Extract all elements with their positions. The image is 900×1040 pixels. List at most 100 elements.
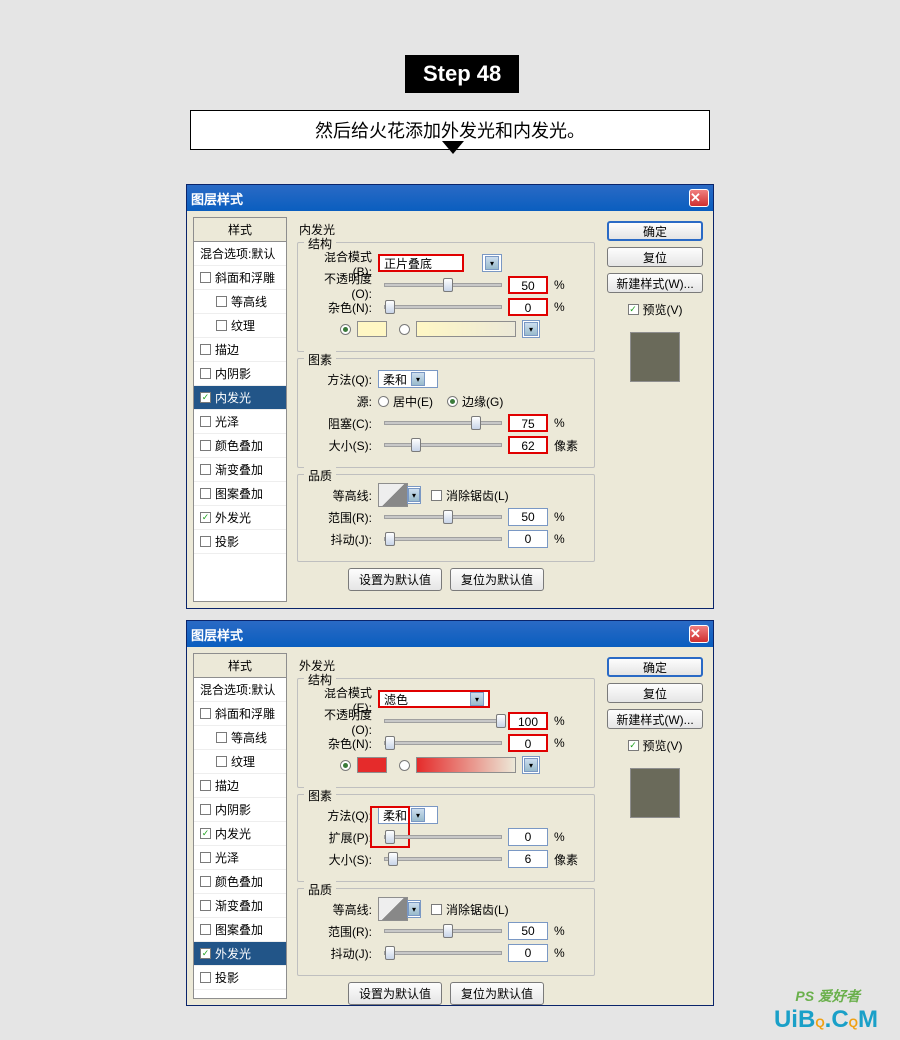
checkbox-icon[interactable] (200, 708, 211, 719)
color-swatch[interactable] (357, 757, 387, 773)
gradient-swatch[interactable] (416, 321, 516, 337)
style-grad-overlay[interactable]: 渐变叠加 (194, 894, 286, 918)
ok-button[interactable]: 确定 (607, 221, 703, 241)
blend-mode-combo[interactable]: 滤色▾ (378, 690, 490, 708)
style-stroke[interactable]: 描边 (194, 774, 286, 798)
gradient-radio[interactable] (399, 760, 410, 771)
slider-thumb-icon[interactable] (385, 830, 395, 844)
checkbox-icon[interactable] (200, 852, 211, 863)
checkbox-icon[interactable] (216, 296, 227, 307)
checkbox-icon[interactable]: ✓ (200, 392, 211, 403)
opacity-slider[interactable] (384, 283, 502, 287)
jitter-input[interactable]: 0 (508, 944, 548, 962)
spread-slider[interactable] (384, 835, 502, 839)
slider-thumb-icon[interactable] (411, 438, 421, 452)
choke-input[interactable]: 75 (508, 414, 548, 432)
size-input[interactable]: 6 (508, 850, 548, 868)
opacity-slider[interactable] (384, 719, 502, 723)
new-style-button[interactable]: 新建样式(W)... (607, 273, 703, 293)
technique-combo[interactable]: 柔和▾ (378, 370, 438, 388)
checkbox-icon[interactable] (200, 924, 211, 935)
slider-thumb-icon[interactable] (385, 736, 395, 750)
checkbox-icon[interactable] (200, 876, 211, 887)
gradient-dropdown[interactable]: ▾ (522, 756, 540, 774)
checkbox-icon[interactable] (200, 344, 211, 355)
checkbox-icon[interactable] (200, 536, 211, 547)
jitter-input[interactable]: 0 (508, 530, 548, 548)
slider-thumb-icon[interactable] (471, 416, 481, 430)
opacity-input[interactable]: 100 (508, 712, 548, 730)
blend-mode-combo[interactable]: 正片叠底 (378, 254, 464, 272)
checkbox-icon[interactable] (216, 756, 227, 767)
slider-thumb-icon[interactable] (385, 300, 395, 314)
set-default-button[interactable]: 设置为默认值 (348, 568, 442, 591)
checkbox-icon[interactable] (200, 440, 211, 451)
gradient-dropdown[interactable]: ▾ (522, 320, 540, 338)
style-satin[interactable]: 光泽 (194, 846, 286, 870)
slider-thumb-icon[interactable] (443, 278, 453, 292)
source-edge-radio[interactable] (447, 396, 458, 407)
spread-input[interactable]: 0 (508, 828, 548, 846)
range-slider[interactable] (384, 515, 502, 519)
style-outer-glow[interactable]: ✓外发光 (194, 506, 286, 530)
antialias-checkbox[interactable] (431, 904, 442, 915)
contour-dropdown[interactable]: ▾ (407, 486, 421, 504)
contour-dropdown[interactable]: ▾ (407, 900, 421, 918)
style-blend-options[interactable]: 混合选项:默认 (194, 242, 286, 266)
checkbox-icon[interactable] (200, 272, 211, 283)
style-texture[interactable]: 纹理 (194, 314, 286, 338)
blend-mode-dropdown[interactable]: ▾ (482, 254, 502, 272)
checkbox-icon[interactable] (200, 464, 211, 475)
slider-thumb-icon[interactable] (443, 510, 453, 524)
cancel-button[interactable]: 复位 (607, 247, 703, 267)
size-slider[interactable] (384, 443, 502, 447)
jitter-slider[interactable] (384, 537, 502, 541)
style-outer-glow[interactable]: ✓外发光 (194, 942, 286, 966)
checkbox-icon[interactable] (200, 488, 211, 499)
antialias-checkbox[interactable] (431, 490, 442, 501)
style-blend-options[interactable]: 混合选项:默认 (194, 678, 286, 702)
contour-picker[interactable] (378, 483, 408, 507)
reset-default-button[interactable]: 复位为默认值 (450, 568, 544, 591)
checkbox-icon[interactable] (216, 320, 227, 331)
slider-thumb-icon[interactable] (385, 946, 395, 960)
color-swatch[interactable] (357, 321, 387, 337)
style-inner-shadow[interactable]: 内阴影 (194, 798, 286, 822)
checkbox-icon[interactable] (200, 780, 211, 791)
style-color-overlay[interactable]: 颜色叠加 (194, 870, 286, 894)
style-satin[interactable]: 光泽 (194, 410, 286, 434)
style-stroke[interactable]: 描边 (194, 338, 286, 362)
style-pattern-overlay[interactable]: 图案叠加 (194, 918, 286, 942)
gradient-radio[interactable] (399, 324, 410, 335)
slider-thumb-icon[interactable] (385, 532, 395, 546)
close-button[interactable]: ✕ (689, 189, 709, 207)
titlebar[interactable]: 图层样式 ✕ (187, 185, 713, 211)
noise-input[interactable]: 0 (508, 298, 548, 316)
style-contour[interactable]: 等高线 (194, 290, 286, 314)
checkbox-icon[interactable] (200, 368, 211, 379)
preview-checkbox[interactable]: ✓ (628, 304, 639, 315)
noise-input[interactable]: 0 (508, 734, 548, 752)
close-button[interactable]: ✕ (689, 625, 709, 643)
gradient-swatch[interactable] (416, 757, 516, 773)
jitter-slider[interactable] (384, 951, 502, 955)
style-color-overlay[interactable]: 颜色叠加 (194, 434, 286, 458)
slider-thumb-icon[interactable] (443, 924, 453, 938)
style-inner-shadow[interactable]: 内阴影 (194, 362, 286, 386)
style-bevel[interactable]: 斜面和浮雕 (194, 266, 286, 290)
preview-checkbox[interactable]: ✓ (628, 740, 639, 751)
new-style-button[interactable]: 新建样式(W)... (607, 709, 703, 729)
checkbox-icon[interactable] (200, 804, 211, 815)
ok-button[interactable]: 确定 (607, 657, 703, 677)
checkbox-icon[interactable]: ✓ (200, 948, 211, 959)
style-inner-glow[interactable]: ✓内发光 (194, 822, 286, 846)
choke-slider[interactable] (384, 421, 502, 425)
style-contour[interactable]: 等高线 (194, 726, 286, 750)
color-radio[interactable] (340, 324, 351, 335)
style-drop-shadow[interactable]: 投影 (194, 966, 286, 990)
checkbox-icon[interactable] (216, 732, 227, 743)
style-texture[interactable]: 纹理 (194, 750, 286, 774)
checkbox-icon[interactable]: ✓ (200, 828, 211, 839)
checkbox-icon[interactable] (200, 416, 211, 427)
style-drop-shadow[interactable]: 投影 (194, 530, 286, 554)
